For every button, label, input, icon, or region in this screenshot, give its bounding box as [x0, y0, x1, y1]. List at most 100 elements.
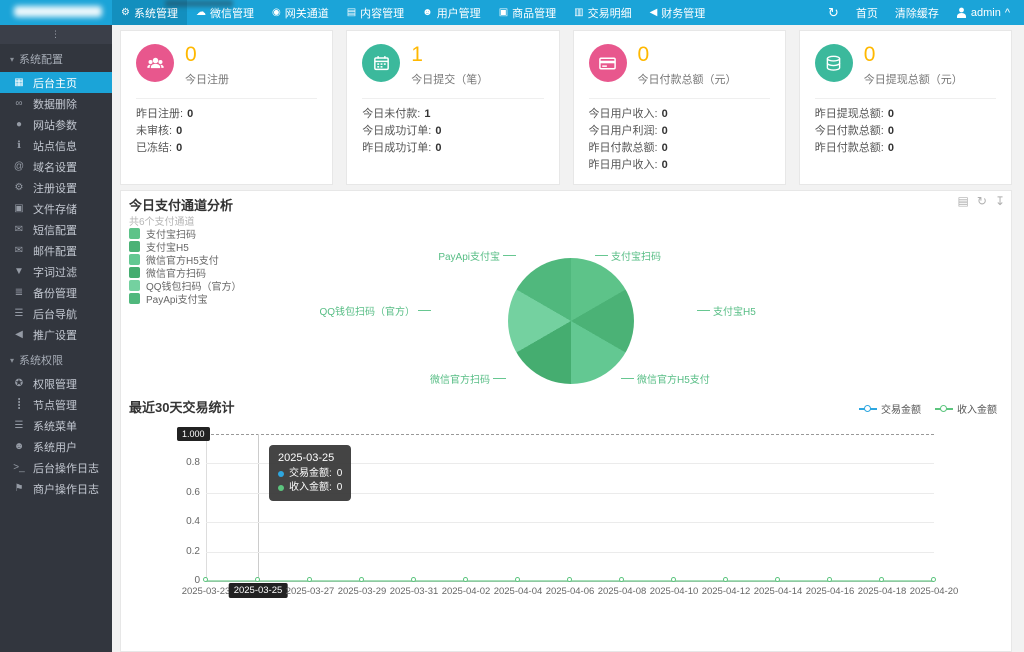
- nav-label: 财务管理: [661, 5, 705, 21]
- item-label: 短信配置: [33, 222, 77, 238]
- data-point-marker: [775, 577, 780, 582]
- user-icon: ☻: [13, 441, 25, 452]
- gateway-icon: ◉: [272, 8, 281, 18]
- sidebar-item-site-params[interactable]: ● 网站参数: [0, 114, 112, 135]
- flag-icon: ⚑: [13, 483, 25, 494]
- pie-callout: QQ钱包扫码（官方）: [306, 303, 431, 318]
- stat-label: 今日提交（笔）: [411, 71, 488, 87]
- item-label: 站点信息: [33, 138, 77, 154]
- nav-label: 商品管理: [512, 5, 556, 21]
- item-label: 文件存储: [33, 201, 77, 217]
- pie-callout: 支付宝扫码: [595, 248, 661, 263]
- users-icon: [146, 54, 165, 73]
- data-point-marker: [567, 577, 572, 582]
- divider: [362, 98, 543, 99]
- calendar-icon: [372, 54, 391, 73]
- nav-label: 交易明细: [588, 5, 632, 21]
- legend-item[interactable]: 交易金额: [859, 401, 921, 416]
- sidebar-item-admin-nav[interactable]: ☰ 后台导航: [0, 303, 112, 324]
- lock-icon: ✪: [13, 378, 25, 389]
- apple-icon: ●: [13, 119, 25, 130]
- database-circle: [815, 44, 853, 82]
- legend-item[interactable]: PayApi支付宝: [129, 292, 242, 305]
- bullhorn-icon: ◀: [13, 329, 25, 340]
- calendar-circle: [362, 44, 400, 82]
- legend-swatch: [129, 293, 140, 304]
- sidebar-item-promotion[interactable]: ◀ 推广设置: [0, 324, 112, 345]
- sidebar-item-sms-config[interactable]: ✉ 短信配置: [0, 219, 112, 240]
- sidebar-item-system-menu[interactable]: ☰ 系统菜单: [0, 415, 112, 436]
- pie-chart[interactable]: [508, 258, 634, 384]
- sidebar-item-data-delete[interactable]: ∞ 数据删除: [0, 93, 112, 114]
- item-label: 邮件配置: [33, 243, 77, 259]
- credit-card-icon: [598, 54, 617, 73]
- data-point-marker: [723, 577, 728, 582]
- sidebar-item-domain-settings[interactable]: @ 域名设置: [0, 156, 112, 177]
- topbar: ⚙ 系统管理 ☁ 微信管理 ◉ 网关通道 ▤ 内容管理 ☻ 用户管理 ▣ 商品管…: [0, 0, 1024, 25]
- callout-line: [621, 378, 634, 379]
- callout-line: [418, 310, 431, 311]
- user-menu[interactable]: admin ^: [956, 7, 1010, 19]
- sidebar-item-file-storage[interactable]: ▣ 文件存储: [0, 198, 112, 219]
- bag-icon: ▣: [499, 8, 508, 18]
- sidebar-item-admin-log[interactable]: >_ 后台操作日志: [0, 457, 112, 478]
- chart-tooltip: 2025-03-25 交易金额:0 收入金额:0: [269, 445, 351, 501]
- sidebar-item-system-users[interactable]: ☻ 系统用户: [0, 436, 112, 457]
- refresh-icon[interactable]: ↻: [828, 5, 839, 21]
- sidebar-item-word-filter[interactable]: ▼ 字词过滤: [0, 261, 112, 282]
- sidebar-item-register-settings[interactable]: ⚙ 注册设置: [0, 177, 112, 198]
- sidebar-item-site-info[interactable]: ℹ 站点信息: [0, 135, 112, 156]
- axis-pointer-hline: [206, 434, 934, 435]
- nav-item-trade[interactable]: ▥ 交易明细: [565, 0, 640, 25]
- detail-row: 今日成功订单:0: [362, 123, 543, 140]
- sidebar-item-backup[interactable]: ≣ 备份管理: [0, 282, 112, 303]
- callout-line: [697, 310, 710, 311]
- list-icon: ☰: [13, 420, 25, 431]
- y-axis-label: 0.6: [160, 487, 200, 498]
- item-label: 系统菜单: [33, 418, 77, 434]
- data-point-marker: [879, 577, 884, 582]
- nav-item-finance[interactable]: ◀ 财务管理: [641, 0, 715, 25]
- pie-title: 今日支付通道分析: [129, 195, 233, 214]
- sidebar-item-merchant-log[interactable]: ⚑ 商户操作日志: [0, 478, 112, 499]
- home-link[interactable]: 首页: [856, 5, 878, 21]
- sidebar-group-system-config[interactable]: ▾ 系统配置: [0, 44, 112, 72]
- x-axis-label: 2025-04-18: [858, 586, 907, 597]
- legend-swatch: [129, 254, 140, 265]
- legend-label: 收入金额: [957, 401, 997, 416]
- users-circle: [136, 44, 174, 82]
- restore-icon[interactable]: ↻: [977, 194, 987, 208]
- image-icon: ▦: [13, 77, 25, 88]
- sidebar-item-nodes[interactable]: ┋ 节点管理: [0, 394, 112, 415]
- item-label: 推广设置: [33, 327, 77, 343]
- detail-row: 未审核:0: [136, 123, 317, 140]
- legend-item[interactable]: 收入金额: [935, 401, 997, 416]
- sidebar-item-mail-config[interactable]: ✉ 邮件配置: [0, 240, 112, 261]
- x-axis-label: 2025-04-14: [754, 586, 803, 597]
- y-axis-label: 0: [160, 575, 200, 586]
- nav-item-goods[interactable]: ▣ 商品管理: [490, 0, 565, 25]
- nav-item-gateway[interactable]: ◉ 网关通道: [263, 0, 338, 25]
- info-icon: ℹ: [13, 140, 25, 151]
- nav-item-users[interactable]: ☻ 用户管理: [413, 0, 490, 25]
- link-icon: ∞: [13, 98, 25, 109]
- save-image-icon[interactable]: ↧: [995, 194, 1005, 208]
- item-label: 域名设置: [33, 159, 77, 175]
- sidebar-item-dashboard[interactable]: ▦ 后台主页: [0, 72, 112, 93]
- node-icon: ┋: [13, 399, 25, 410]
- users-icon: ☻: [422, 8, 433, 18]
- tooltip-row: 交易金额:0: [278, 467, 342, 481]
- clear-cache-link[interactable]: 清除缓存: [895, 5, 939, 21]
- detail-row: 昨日付款总额:0: [815, 140, 996, 157]
- sidebar-group-system-perms[interactable]: ▾ 系统权限: [0, 345, 112, 373]
- item-label: 数据删除: [33, 96, 77, 112]
- data-view-icon[interactable]: ▤: [958, 194, 969, 208]
- caret-up-icon: ^: [1005, 7, 1010, 19]
- sidebar-item-permissions[interactable]: ✪ 权限管理: [0, 373, 112, 394]
- wechat-icon: ☁: [196, 8, 206, 18]
- stat-card-submissions: 1 今日提交（笔） 今日未付款:1 今日成功订单:0 昨日成功订单:0: [346, 30, 559, 185]
- stat-label: 今日注册: [185, 71, 229, 87]
- sidebar-collapse[interactable]: ⋮: [0, 25, 112, 44]
- detail-row: 已冻结:0: [136, 140, 317, 157]
- nav-item-content[interactable]: ▤ 内容管理: [338, 0, 413, 25]
